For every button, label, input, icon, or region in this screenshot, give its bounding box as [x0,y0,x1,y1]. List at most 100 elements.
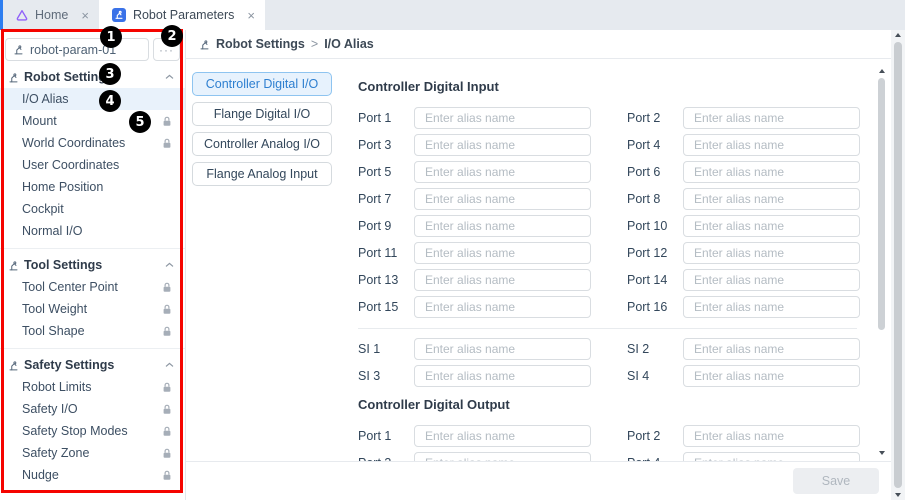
more-options-button[interactable]: ··· [153,38,180,61]
breadcrumb: Robot Settings > I/O Alias [186,30,891,59]
field-label: Port 9 [358,219,414,233]
sidebar-item-user-coordinates[interactable]: User Coordinates [0,154,185,176]
param-name-field[interactable] [5,38,149,61]
sidebar-item-safety-stop-modes[interactable]: Safety Stop Modes [0,420,185,442]
sidebar-section-label: Robot Settings [24,70,113,84]
alias-form: Controller Digital Input Port 1 Port 2 Port… [358,72,857,461]
breadcrumb-page: I/O Alias [324,37,374,51]
field-row: Port 4 [627,452,860,461]
alias-input-port-14[interactable] [683,269,860,291]
field-row: Port 12 [627,242,860,264]
alias-input-port-6[interactable] [683,161,860,183]
chevron-up-icon[interactable] [165,362,174,368]
tab-close-icon[interactable]: × [81,9,89,22]
sidebar-item-nudge[interactable]: Nudge [0,464,185,486]
io-tab-flange-digital-i-o[interactable]: Flange Digital I/O [192,102,332,126]
sidebar-item-tool-center-point[interactable]: Tool Center Point [0,276,185,298]
sidebar-item-label: Safety I/O [22,402,78,416]
io-tab-flange-analog-input[interactable]: Flange Analog Input [192,162,332,186]
robot-icon [8,360,19,371]
alias-input-port-10[interactable] [683,215,860,237]
alias-input-port-2[interactable] [683,425,860,447]
sidebar-item-tool-shape[interactable]: Tool Shape [0,320,185,342]
alias-input-port-1[interactable] [414,107,591,129]
field-row: Port 2 [627,425,860,447]
sidebar-item-cockpit[interactable]: Cockpit [0,198,185,220]
alias-input-port-2[interactable] [683,107,860,129]
alias-input-port-13[interactable] [414,269,591,291]
field-row: Port 1 [358,425,591,447]
field-label: Port 8 [627,192,683,206]
alias-input-port-3[interactable] [414,452,591,461]
alias-input-port-1[interactable] [414,425,591,447]
alias-input-port-12[interactable] [683,242,860,264]
alias-input-port-5[interactable] [414,161,591,183]
window-scroll-up-icon[interactable] [895,33,901,37]
alias-input-si-3[interactable] [414,365,591,387]
io-tab-list: Controller Digital I/O Flange Digital I/O… [192,72,332,461]
field-label: Port 14 [627,273,683,287]
alias-input-port-15[interactable] [414,296,591,318]
content-scrollbar-thumb[interactable] [878,78,885,330]
alias-input-port-16[interactable] [683,296,860,318]
tab-robot-parameters[interactable]: Robot Parameters× [99,0,265,30]
chevron-up-icon[interactable] [165,262,174,268]
alias-input-port-3[interactable] [414,134,591,156]
alias-input-si-2[interactable] [683,338,860,360]
scroll-up-icon[interactable] [879,69,885,73]
sidebar-item-mount[interactable]: Mount [0,110,185,132]
alias-input-si-1[interactable] [414,338,591,360]
lock-icon [162,470,172,481]
field-label: Port 5 [358,165,414,179]
content-scrollbar[interactable] [877,66,886,458]
chevron-up-icon[interactable] [165,74,174,80]
io-tab-controller-digital-i-o[interactable]: Controller Digital I/O [192,72,332,96]
alias-input-port-11[interactable] [414,242,591,264]
window-scrollbar-thumb[interactable] [894,42,902,488]
alias-input-port-7[interactable] [414,188,591,210]
lock-icon [162,404,172,415]
field-label: Port 7 [358,192,414,206]
alias-input-port-8[interactable] [683,188,860,210]
sidebar-section-robot-settings[interactable]: Robot Settings [0,66,185,88]
alias-input-si-4[interactable] [683,365,860,387]
sidebar-item-label: Tool Center Point [22,280,118,294]
window-scroll-down-icon[interactable] [895,493,901,497]
field-row: Port 15 [358,296,591,318]
sidebar-item-label: Tool Shape [22,324,85,338]
lock-icon [162,426,172,437]
tab-list: Home×Robot Parameters× [3,0,265,30]
field-label: Port 2 [627,111,683,125]
sidebar-item-home-position[interactable]: Home Position [0,176,185,198]
alias-input-port-4[interactable] [683,452,860,461]
robot-icon [13,44,24,55]
sidebar-section-safety-settings[interactable]: Safety Settings [0,354,185,376]
tab-label: Home [35,8,68,22]
field-grid: Port 1Port 2Port 3Port 4Port 5Port 6Port… [358,107,857,318]
form-section-title: Controller Digital Input [358,79,857,94]
alias-input-port-4[interactable] [683,134,860,156]
sidebar-section-tool-settings[interactable]: Tool Settings [0,254,185,276]
sidebar-item-safety-i-o[interactable]: Safety I/O [0,398,185,420]
sidebar-item-i-o-alias[interactable]: I/O Alias [0,88,185,110]
sidebar-nav: Robot Settings I/O AliasMountWorld Coordi… [0,66,185,486]
sidebar-item-robot-limits[interactable]: Robot Limits [0,376,185,398]
sidebar-item-world-coordinates[interactable]: World Coordinates [0,132,185,154]
save-button[interactable]: Save [793,468,879,494]
sidebar-item-tool-weight[interactable]: Tool Weight [0,298,185,320]
scroll-down-icon[interactable] [879,451,885,455]
io-tab-controller-analog-i-o[interactable]: Controller Analog I/O [192,132,332,156]
breadcrumb-section[interactable]: Robot Settings [216,37,305,51]
field-row: Port 3 [358,134,591,156]
field-label: Port 4 [627,138,683,152]
sidebar-item-normal-i-o[interactable]: Normal I/O [0,220,185,242]
tab-close-icon[interactable]: × [247,9,255,22]
sidebar-section-label: Tool Settings [24,258,102,272]
alias-input-port-9[interactable] [414,215,591,237]
sidebar-section-label: Safety Settings [24,358,114,372]
window-scrollbar[interactable] [891,30,905,500]
tab-home[interactable]: Home × [3,0,99,30]
sidebar-item-label: Home Position [22,180,103,194]
param-name-input[interactable] [30,43,141,57]
sidebar-item-safety-zone[interactable]: Safety Zone [0,442,185,464]
